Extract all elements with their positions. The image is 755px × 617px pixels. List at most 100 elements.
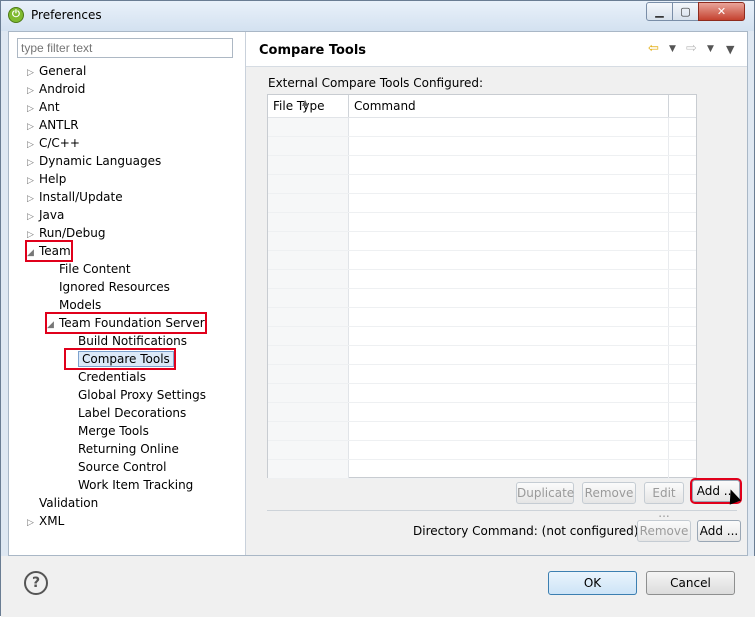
- table-row[interactable]: [268, 384, 696, 403]
- view-menu-icon[interactable]: ▼: [726, 43, 734, 56]
- tree-item-run-debug[interactable]: ▷ Run/Debug: [27, 224, 106, 242]
- tree-item-antlr[interactable]: ▷ ANTLR: [27, 116, 79, 134]
- directory-add-button[interactable]: Add ...: [697, 520, 741, 542]
- tree-item-ant[interactable]: ▷ Ant: [27, 98, 60, 116]
- table-cell-file-type: [268, 118, 349, 136]
- table-row[interactable]: [268, 118, 696, 137]
- dialog-footer: ? OK Cancel: [1, 556, 755, 617]
- filter-input[interactable]: [17, 38, 233, 58]
- table-cell-file-type: [268, 289, 349, 307]
- tree-item-label-decorations[interactable]: Label Decorations: [66, 404, 186, 422]
- table-row[interactable]: [268, 194, 696, 213]
- tree-item-dynamic-languages[interactable]: ▷ Dynamic Languages: [27, 152, 161, 170]
- table-cell-file-type: [268, 194, 349, 212]
- expand-arrow-icon[interactable]: ◢: [27, 244, 39, 262]
- cancel-button[interactable]: Cancel: [646, 571, 735, 595]
- expand-arrow-icon[interactable]: ▷: [27, 514, 39, 532]
- back-arrow-icon[interactable]: ⇦: [648, 41, 659, 56]
- tree-item-label: Ant: [39, 100, 60, 114]
- table-row[interactable]: [268, 175, 696, 194]
- tree-item-c-c-[interactable]: ▷ C/C++: [27, 134, 80, 152]
- tree-item-label: Compare Tools: [78, 351, 174, 367]
- help-icon[interactable]: ?: [24, 571, 48, 595]
- tree-item-label: Team: [39, 244, 71, 258]
- tree-item-team-foundation-server[interactable]: ◢ Team Foundation Server: [45, 312, 207, 334]
- directory-remove-button[interactable]: Remove: [637, 520, 691, 542]
- table-cell-file-type: [268, 232, 349, 250]
- minimize-button[interactable]: ▁: [646, 2, 673, 21]
- expand-arrow-icon[interactable]: ◢: [47, 316, 59, 334]
- table-row[interactable]: [268, 422, 696, 441]
- forward-dropdown-icon[interactable]: ▼: [707, 44, 714, 54]
- column-header-file-type[interactable]: ▲ File Type: [268, 95, 349, 117]
- tree-item-android[interactable]: ▷ Android: [27, 80, 85, 98]
- close-button[interactable]: ✕: [698, 2, 745, 21]
- table-cell-file-type: [268, 327, 349, 345]
- tree-item-compare-tools[interactable]: Compare Tools: [64, 348, 176, 370]
- tree-item-label: Label Decorations: [78, 406, 187, 420]
- tree-item-install-update[interactable]: ▷ Install/Update: [27, 188, 123, 206]
- table-cell-command: [348, 460, 669, 478]
- tree-item-credentials[interactable]: Credentials: [66, 368, 146, 386]
- tree-item-team[interactable]: ◢ Team: [25, 240, 73, 262]
- tree-item-source-control[interactable]: Source Control: [66, 458, 166, 476]
- tree-item-validation[interactable]: Validation: [27, 494, 98, 512]
- tree-item-build-notifications[interactable]: Build Notifications: [66, 332, 187, 350]
- table-row[interactable]: [268, 137, 696, 156]
- table-row[interactable]: [268, 251, 696, 270]
- table-cell-command: [348, 156, 669, 174]
- maximize-button[interactable]: ▢: [672, 2, 699, 21]
- table-row[interactable]: [268, 232, 696, 251]
- table-cell-file-type: [268, 460, 349, 478]
- column-header-command[interactable]: Command: [349, 95, 669, 117]
- tree-item-label: Work Item Tracking: [78, 478, 194, 492]
- page-header: Compare Tools ⇦ ▼ ⇨ ▼ ▼: [246, 32, 747, 67]
- remove-button[interactable]: Remove: [582, 482, 636, 504]
- compare-tools-page: Compare Tools ⇦ ▼ ⇨ ▼ ▼ External Compare…: [246, 32, 747, 555]
- compare-tools-table[interactable]: ▲ File Type Command: [267, 94, 697, 479]
- tree-item-global-proxy-settings[interactable]: Global Proxy Settings: [66, 386, 206, 404]
- table-cell-command: [348, 289, 669, 307]
- tree-item-merge-tools[interactable]: Merge Tools: [66, 422, 149, 440]
- tree-item-work-item-tracking[interactable]: Work Item Tracking: [66, 476, 193, 494]
- table-cell-command: [348, 270, 669, 288]
- table-row[interactable]: [268, 308, 696, 327]
- tree-item-label: C/C++: [39, 136, 80, 150]
- tree-item-java[interactable]: ▷ Java: [27, 206, 64, 224]
- tree-item-label: Dynamic Languages: [39, 154, 162, 168]
- tree-item-general[interactable]: ▷ General: [27, 62, 86, 80]
- tree-item-help[interactable]: ▷ Help: [27, 170, 66, 188]
- table-row[interactable]: [268, 460, 696, 479]
- table-row[interactable]: [268, 346, 696, 365]
- table-cell-command: [348, 384, 669, 402]
- edit-button[interactable]: Edit ...: [644, 482, 684, 520]
- table-row[interactable]: [268, 403, 696, 422]
- table-cell-file-type: [268, 137, 349, 155]
- tree-item-returning-online[interactable]: Returning Online: [66, 440, 179, 458]
- tree-item-ignored-resources[interactable]: Ignored Resources: [47, 278, 170, 296]
- table-cell-file-type: [268, 441, 349, 459]
- ok-button[interactable]: OK: [548, 571, 637, 595]
- eclipse-icon: ⏻: [8, 7, 24, 23]
- directory-command-label: Directory Command: (not configured): [413, 524, 639, 538]
- forward-arrow-icon[interactable]: ⇨: [686, 41, 697, 56]
- table-cell-file-type: [268, 251, 349, 269]
- tree-item-label: Ignored Resources: [59, 280, 170, 294]
- tree-item-file-content[interactable]: File Content: [47, 260, 131, 278]
- table-cell-file-type: [268, 213, 349, 231]
- table-row[interactable]: [268, 289, 696, 308]
- duplicate-button[interactable]: Duplicate: [516, 482, 574, 504]
- table-row[interactable]: [268, 327, 696, 346]
- back-dropdown-icon[interactable]: ▼: [669, 44, 676, 54]
- tree-item-label: File Content: [59, 262, 131, 276]
- table-cell-command: [348, 308, 669, 326]
- table-row[interactable]: [268, 441, 696, 460]
- table-row[interactable]: [268, 156, 696, 175]
- tree-item-xml[interactable]: ▷ XML: [27, 512, 64, 530]
- sort-caret-icon: ▲: [302, 98, 309, 107]
- tree-item-label: Help: [39, 172, 67, 186]
- table-row[interactable]: [268, 213, 696, 232]
- table-row[interactable]: [268, 270, 696, 289]
- table-row[interactable]: [268, 365, 696, 384]
- tree-item-models[interactable]: Models: [47, 296, 101, 314]
